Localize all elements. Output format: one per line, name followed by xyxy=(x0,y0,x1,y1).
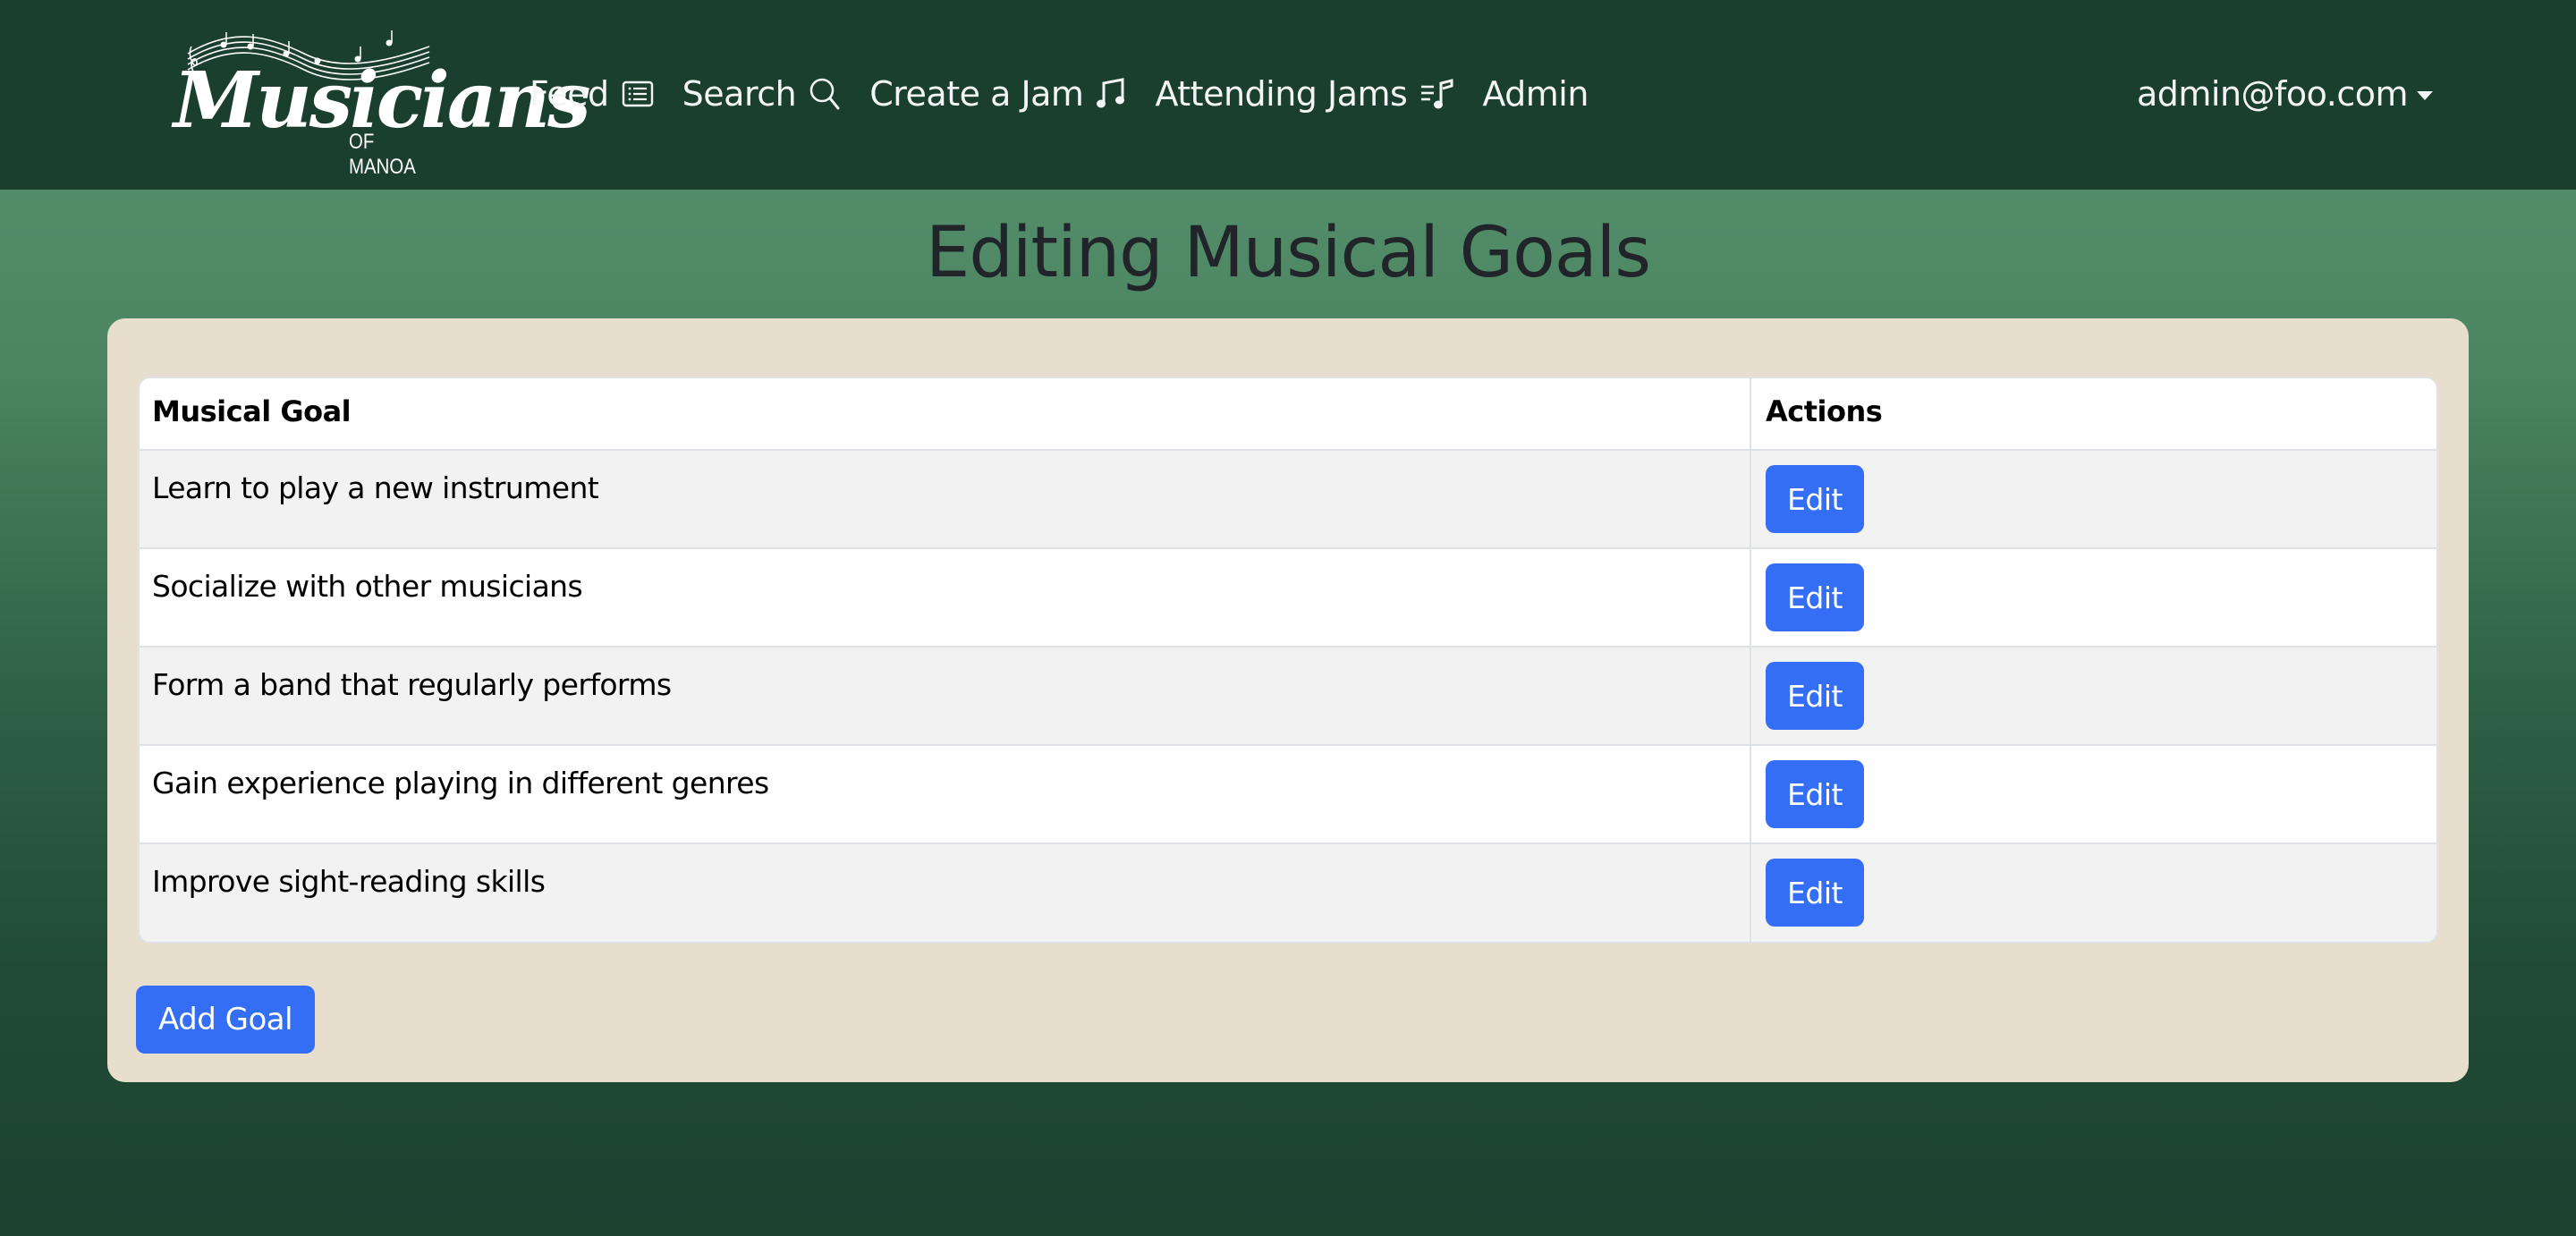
list-icon xyxy=(622,80,654,107)
page-title: Editing Musical Goals xyxy=(926,213,1651,293)
nav-links: Feed Search Create a Jam Attending Jams … xyxy=(530,67,1617,121)
goals-table-container: Musical Goal Actions Learn to play a new… xyxy=(138,377,2438,944)
user-menu-dropdown[interactable]: admin@foo.com xyxy=(2137,67,2433,121)
nav-link-search[interactable]: Search xyxy=(682,77,842,111)
goals-card: Musical Goal Actions Learn to play a new… xyxy=(107,318,2469,1082)
search-icon xyxy=(809,77,841,111)
nav-link-label: Search xyxy=(682,74,797,114)
add-goal-button[interactable]: Add Goal xyxy=(136,986,315,1054)
edit-goal-button[interactable]: Edit xyxy=(1766,465,1864,533)
table-header-row: Musical Goal Actions xyxy=(140,378,2436,451)
table-row: Improve sight-reading skills Edit xyxy=(140,843,2436,942)
actions-cell: Edit xyxy=(1750,647,2436,746)
table-row: Gain experience playing in different gen… xyxy=(140,745,2436,844)
goal-cell: Learn to play a new instrument xyxy=(140,450,1751,549)
goal-cell: Socialize with other musicians xyxy=(140,548,1751,648)
music-notes-icon xyxy=(1096,78,1126,110)
edit-goal-button[interactable]: Edit xyxy=(1766,563,1864,631)
actions-cell: Edit xyxy=(1750,843,2436,942)
goal-cell: Gain experience playing in different gen… xyxy=(140,745,1751,844)
nav-link-feed[interactable]: Feed xyxy=(530,77,654,111)
nav-link-label: Feed xyxy=(530,74,609,114)
nav-link-admin[interactable]: Admin xyxy=(1482,77,1589,111)
navbar: Musicians OF MANOA Feed Search Create a … xyxy=(0,0,2576,190)
goal-cell: Form a band that regularly performs xyxy=(140,647,1751,746)
actions-cell: Edit xyxy=(1750,548,2436,648)
table-row: Form a band that regularly performs Edit xyxy=(140,647,2436,746)
table-row: Socialize with other musicians Edit xyxy=(140,548,2436,648)
table-row: Learn to play a new instrument Edit xyxy=(140,450,2436,549)
brand-logo[interactable]: Musicians OF MANOA xyxy=(170,27,591,179)
edit-goal-button[interactable]: Edit xyxy=(1766,662,1864,730)
actions-cell: Edit xyxy=(1750,745,2436,844)
goal-cell: Improve sight-reading skills xyxy=(140,843,1751,942)
nav-link-attending-jams[interactable]: Attending Jams xyxy=(1155,77,1453,111)
brand-subtitle: OF MANOA xyxy=(349,130,416,179)
music-playlist-icon xyxy=(1419,78,1453,110)
column-header-actions: Actions xyxy=(1750,378,2436,451)
brand-name: Musicians xyxy=(174,55,591,146)
user-email: admin@foo.com xyxy=(2136,74,2409,114)
edit-goal-button[interactable]: Edit xyxy=(1766,760,1864,828)
caret-down-icon xyxy=(2417,91,2433,100)
nav-link-create-jam[interactable]: Create a Jam xyxy=(869,77,1126,111)
actions-cell: Edit xyxy=(1750,450,2436,549)
nav-link-label: Admin xyxy=(1482,74,1589,114)
nav-link-label: Create a Jam xyxy=(869,74,1084,114)
goals-table: Musical Goal Actions Learn to play a new… xyxy=(140,378,2436,942)
edit-goal-button[interactable]: Edit xyxy=(1766,859,1864,927)
nav-link-label: Attending Jams xyxy=(1155,74,1408,114)
column-header-goal: Musical Goal xyxy=(140,378,1751,451)
